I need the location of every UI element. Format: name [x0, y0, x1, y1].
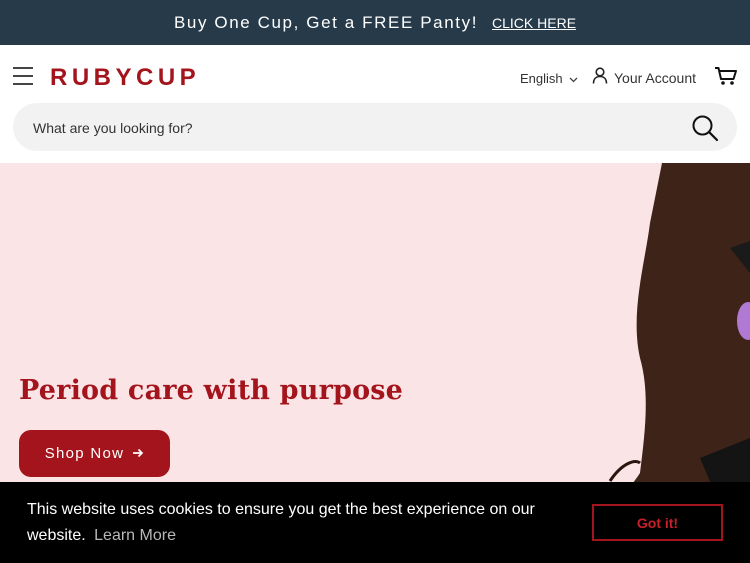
hero-headline: Period care with purpose	[19, 375, 404, 406]
shop-now-label: Shop Now	[44, 445, 125, 462]
hamburger-menu-icon[interactable]	[13, 67, 33, 85]
search-bar	[13, 103, 737, 153]
cookie-banner: This website uses cookies to ensure you …	[0, 482, 750, 563]
arrow-right-icon	[132, 445, 144, 462]
learn-more-link[interactable]: Learn More	[94, 527, 176, 544]
search-input[interactable]	[31, 103, 675, 153]
logo-text: RUBYCUP	[50, 64, 200, 90]
logo-wordmark: RUBYCUP	[50, 64, 200, 91]
cart-icon[interactable]	[714, 66, 738, 91]
cookie-message: This website uses cookies to ensure you …	[27, 497, 577, 549]
user-icon	[592, 67, 608, 89]
cookie-accept-button[interactable]: Got it!	[592, 504, 723, 541]
shop-now-button[interactable]: Shop Now	[19, 430, 170, 477]
account-link[interactable]: Your Account	[592, 67, 696, 89]
announcement-text: Buy One Cup, Get a FREE Panty!	[173, 12, 479, 32]
chevron-down-icon	[569, 71, 578, 86]
search-icon[interactable]	[691, 114, 719, 142]
logo[interactable]: RUBYCUP	[50, 62, 208, 91]
language-label: English	[520, 71, 563, 86]
announcement-link[interactable]: CLICK HERE	[492, 15, 576, 31]
account-label: Your Account	[614, 70, 696, 86]
announcement-bar: Buy One Cup, Get a FREE Panty! CLICK HER…	[0, 0, 750, 45]
site-header: RUBYCUP English Your Account	[0, 45, 750, 163]
language-selector[interactable]: English	[520, 71, 578, 86]
